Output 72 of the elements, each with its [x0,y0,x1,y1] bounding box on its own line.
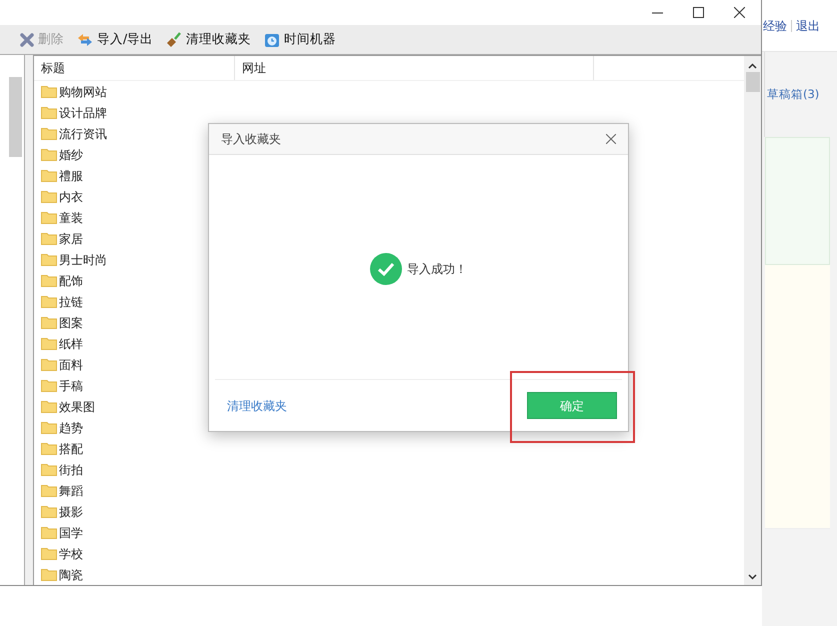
scrollbar-thumb[interactable] [9,77,22,157]
folder-name[interactable]: 男士时尚 [59,250,107,268]
header-link[interactable]: 经验 [763,16,787,34]
folder-name[interactable]: 配饰 [59,272,83,290]
folder-name[interactable]: 购物网站 [59,82,107,100]
close-icon[interactable] [606,134,616,144]
scroll-down-icon[interactable] [748,574,757,580]
folder-icon [41,148,57,161]
folder-name[interactable]: 学校 [59,544,83,562]
maximize-icon[interactable] [693,7,704,18]
scroll-up-icon[interactable] [748,63,757,69]
dialog-title: 导入收藏夹 [221,131,281,148]
folder-icon [41,211,57,224]
folder-icon [41,358,57,371]
folder-name[interactable]: 流行资讯 [59,124,107,142]
folder-icon [41,169,57,182]
drafts-tab[interactable]: 草稿箱(3) [767,86,820,104]
folder-name[interactable]: 拉链 [59,292,83,310]
folder-name[interactable]: 面料 [59,356,83,374]
folder-name[interactable]: 纸样 [59,334,83,352]
cross-icon [20,32,34,46]
broom-icon [166,32,182,48]
folder-name[interactable]: 摄影 [59,502,83,520]
folder-name[interactable]: 家居 [59,230,83,248]
folder-name[interactable]: 禮服 [59,166,83,184]
folder-icon [41,190,57,203]
success-icon [370,253,402,285]
folder-icon [41,106,57,119]
clock-icon [264,32,280,48]
folder-icon [41,85,57,98]
folder-name[interactable]: 手稿 [59,376,83,394]
folder-name[interactable]: 内衣 [59,188,83,206]
folder-icon [41,421,57,434]
folder-name[interactable]: 舞蹈 [59,482,83,500]
column-header[interactable]: 网址 [235,56,594,80]
minimize-icon[interactable] [652,12,663,14]
folder-icon [41,274,57,287]
folder-icon [41,127,57,140]
folder-name[interactable]: 童装 [59,208,83,226]
clean-favorites-link[interactable]: 清理收藏夹 [227,396,287,414]
folder-icon [41,295,57,308]
scrollbar-thumb[interactable] [746,72,760,92]
column-header[interactable]: 标题 [34,56,235,80]
folder-icon [41,316,57,329]
folder-icon [41,379,57,392]
folder-icon [41,442,57,455]
arrows-icon [77,32,93,46]
toolbar-button[interactable]: 时间机器 [264,30,336,49]
folder-icon [41,253,57,266]
header-link[interactable]: 退出 [796,16,820,34]
folder-name[interactable]: 国学 [59,524,83,542]
folder-name[interactable]: 街拍 [59,460,83,478]
folder-name[interactable]: 图案 [59,314,83,332]
folder-icon [41,568,57,581]
folder-name[interactable]: 效果图 [59,398,95,416]
close-icon[interactable] [734,7,745,18]
folder-icon [41,400,57,413]
folder-name[interactable]: 陶瓷 [59,566,83,584]
success-message: 导入成功！ [407,261,467,278]
folder-icon [41,505,57,518]
folder-icon [41,547,57,560]
folder-icon [41,484,57,497]
folder-name[interactable]: 设计品牌 [59,104,107,122]
folder-name[interactable]: 婚纱 [59,146,83,164]
folder-icon [41,463,57,476]
folder-name[interactable]: 搭配 [59,440,83,458]
toolbar-button[interactable]: 清理收藏夹 [166,30,252,49]
toolbar-button[interactable]: 导入/导出 [77,30,154,49]
folder-icon [41,337,57,350]
folder-icon [41,526,57,539]
folder-name[interactable]: 趋势 [59,418,83,436]
folder-icon [41,232,57,245]
